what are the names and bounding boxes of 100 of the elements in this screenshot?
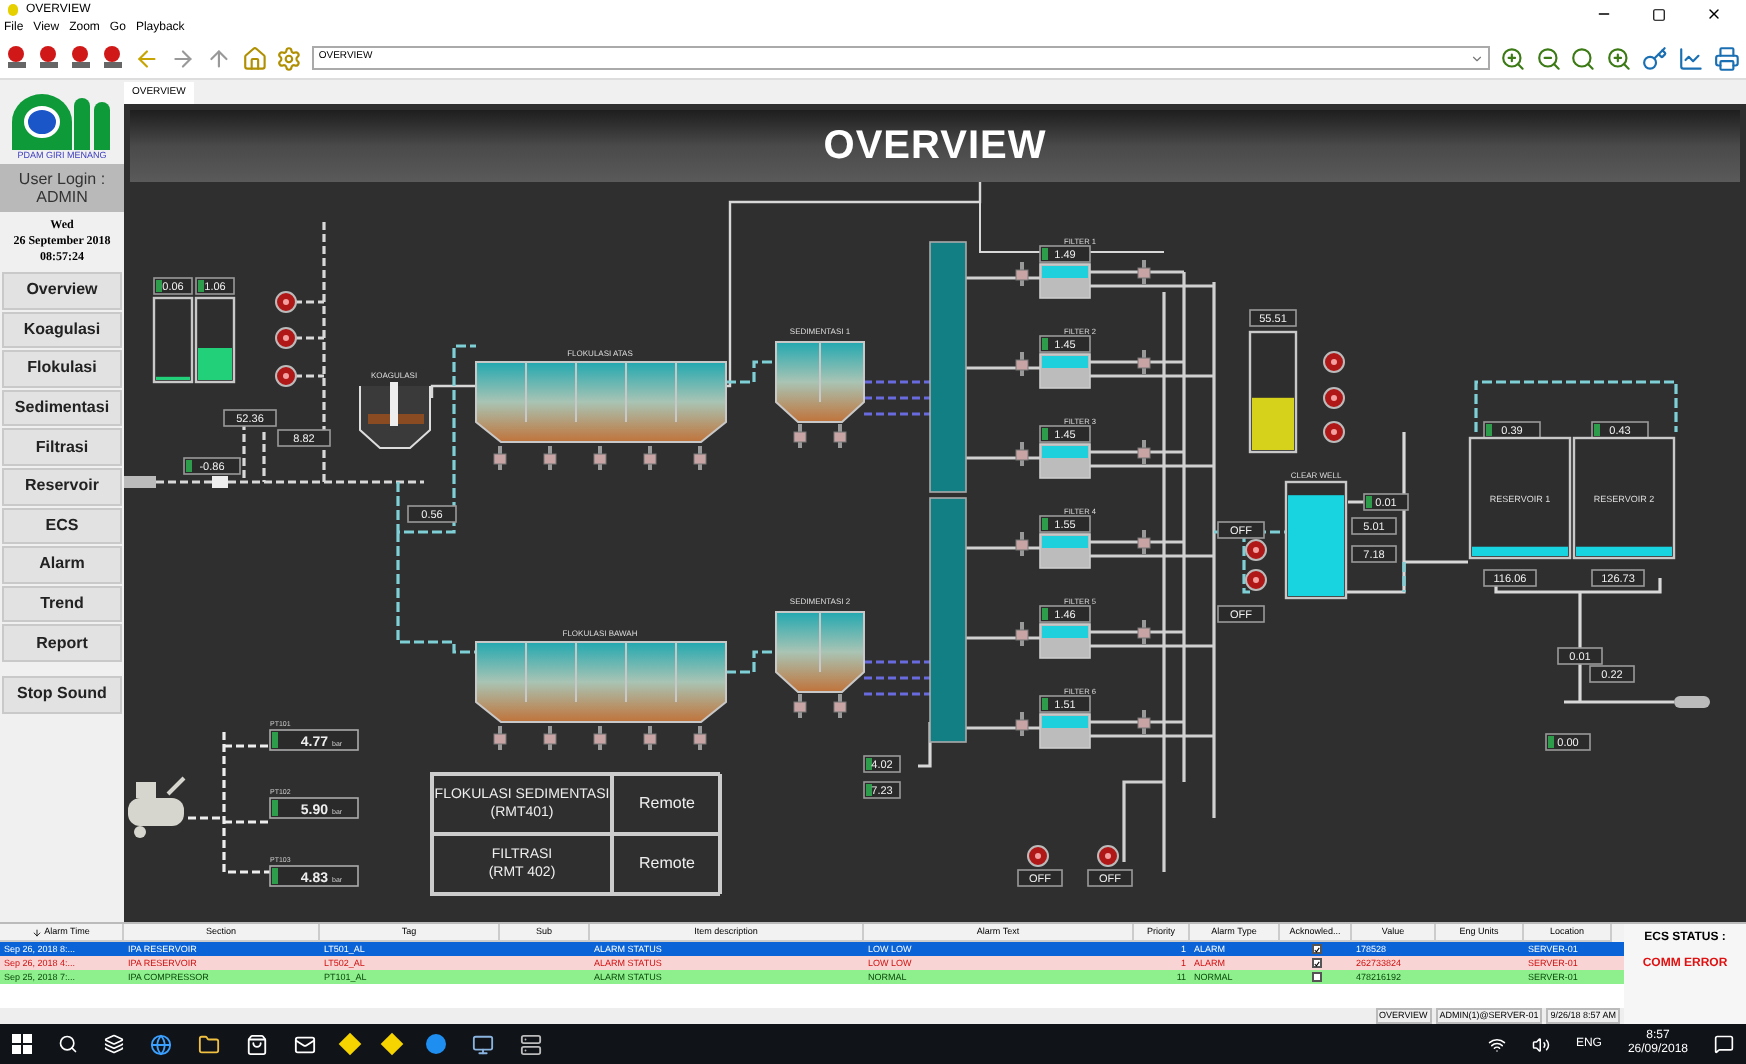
pipe-line: [862, 660, 932, 696]
mail-icon[interactable]: [294, 1033, 316, 1055]
valve-icon: [1137, 260, 1151, 284]
store-icon[interactable]: [246, 1033, 268, 1055]
sedimentation-tank: [775, 611, 865, 693]
pump-icon: [1027, 845, 1049, 867]
valve-icon: [1015, 622, 1029, 646]
settings-icon[interactable]: [276, 45, 303, 71]
forward-icon[interactable]: [169, 45, 196, 71]
windows-logo-icon[interactable]: [12, 1034, 32, 1054]
acknowledged-checkbox[interactable]: [1311, 944, 1321, 954]
flow-meter-icon: [212, 476, 228, 488]
remote-app-icon[interactable]: [426, 1034, 446, 1054]
valve-icon: [643, 446, 657, 470]
filter-tank: [1039, 623, 1091, 659]
valve-icon: [1137, 620, 1151, 644]
valve-icon: [833, 424, 847, 448]
pump-icon: [1323, 421, 1345, 443]
nav-button[interactable]: Koagulasi: [2, 311, 122, 349]
valve-icon: [1015, 532, 1029, 556]
nav-button[interactable]: Overview: [2, 272, 122, 310]
valve-icon: [833, 694, 847, 718]
mode-status: Remote: [612, 834, 722, 894]
pump-icon: [1245, 539, 1267, 561]
monitor-icon[interactable]: [472, 1033, 494, 1055]
nav-button[interactable]: Trend: [2, 585, 122, 623]
chlorine-tank: [1248, 330, 1298, 454]
pipe-line: [186, 730, 272, 874]
zoom-in-icon[interactable]: [1499, 45, 1526, 71]
chemical-tank: [152, 296, 194, 384]
alarm-bell-icon[interactable]: [69, 45, 92, 71]
pump-icon: [275, 365, 297, 387]
stop-sound-button[interactable]: Stop Sound: [2, 675, 122, 714]
pump-icon: [1245, 569, 1267, 591]
valve-icon: [493, 726, 507, 750]
nav-button[interactable]: Reservoir: [2, 467, 122, 506]
clear-well-tank: [1284, 480, 1348, 600]
nav-button[interactable]: Report: [2, 624, 122, 662]
valve-icon: [693, 446, 707, 470]
chart-icon[interactable]: [1678, 45, 1705, 71]
task-view-icon[interactable]: [104, 1034, 124, 1054]
filter-tank: [1039, 533, 1091, 569]
valve-icon: [793, 424, 807, 448]
user-login-panel: User Login : ADMIN: [0, 164, 124, 212]
pump-icon: [1323, 387, 1345, 409]
valve-icon: [693, 726, 707, 750]
valve-icon: [1137, 530, 1151, 554]
mode-status: Remote: [612, 774, 722, 834]
diamond-app-icon[interactable]: [338, 1032, 362, 1056]
diamond-app-icon[interactable]: [380, 1032, 404, 1056]
browser-icon[interactable]: [150, 1033, 172, 1055]
dropdown-icon[interactable]: [1469, 51, 1484, 65]
notification-icon[interactable]: [1714, 1034, 1734, 1054]
alarm-bell-icon[interactable]: [37, 45, 60, 71]
filter-tank: [1039, 353, 1091, 389]
nav-button[interactable]: Sedimentasi: [2, 389, 122, 427]
nav-button[interactable]: ECS: [2, 507, 122, 545]
reservoir-tank: [1468, 436, 1572, 560]
pump-icon: [275, 291, 297, 313]
server-icon[interactable]: [520, 1033, 542, 1055]
nav-button[interactable]: Filtrasi: [2, 428, 122, 466]
network-icon[interactable]: [1487, 1035, 1506, 1053]
folder-icon[interactable]: [198, 1033, 220, 1055]
company-logo-icon: [12, 93, 112, 149]
nav-button[interactable]: Alarm: [2, 546, 122, 584]
filter-tank: [1039, 443, 1091, 479]
app-icon: [8, 4, 18, 16]
alarm-bell-icon[interactable]: [101, 45, 124, 71]
valve-icon: [593, 446, 607, 470]
acknowledged-checkbox[interactable]: [1311, 972, 1321, 982]
valve-icon: [793, 694, 807, 718]
page-title: OVERVIEW: [823, 122, 1047, 172]
valve-icon: [1137, 440, 1151, 464]
pipe-line: [726, 650, 776, 674]
air-compressor-drawing: [128, 776, 186, 838]
printer-icon[interactable]: [1714, 45, 1741, 71]
valve-icon: [1015, 262, 1029, 286]
valve-icon: [543, 726, 557, 750]
nav-button[interactable]: Flokulasi: [2, 350, 122, 388]
close-icon[interactable]: [1706, 6, 1722, 22]
acknowledged-checkbox[interactable]: [1311, 958, 1321, 968]
valve-icon: [643, 726, 657, 750]
zoom-in-icon[interactable]: [1606, 45, 1633, 71]
maximize-icon[interactable]: [1652, 7, 1666, 21]
inlet-pipe-icon: [124, 476, 156, 488]
reservoir-tank: [1572, 436, 1676, 560]
search-icon[interactable]: [58, 1034, 78, 1054]
valve-icon: [1015, 352, 1029, 376]
up-icon[interactable]: [205, 45, 232, 71]
pump-icon: [1097, 845, 1119, 867]
valve-icon: [1015, 442, 1029, 466]
key-icon[interactable]: [1642, 45, 1669, 71]
zoom-out-icon[interactable]: [1535, 45, 1561, 71]
valve-icon: [493, 446, 507, 470]
pump-icon: [275, 327, 297, 349]
filter-tank: [1039, 713, 1091, 749]
home-icon[interactable]: [241, 45, 267, 71]
alarm-bell-icon[interactable]: [6, 45, 28, 71]
sedimentation-tank: [775, 341, 865, 423]
volume-icon[interactable]: [1531, 1035, 1550, 1053]
